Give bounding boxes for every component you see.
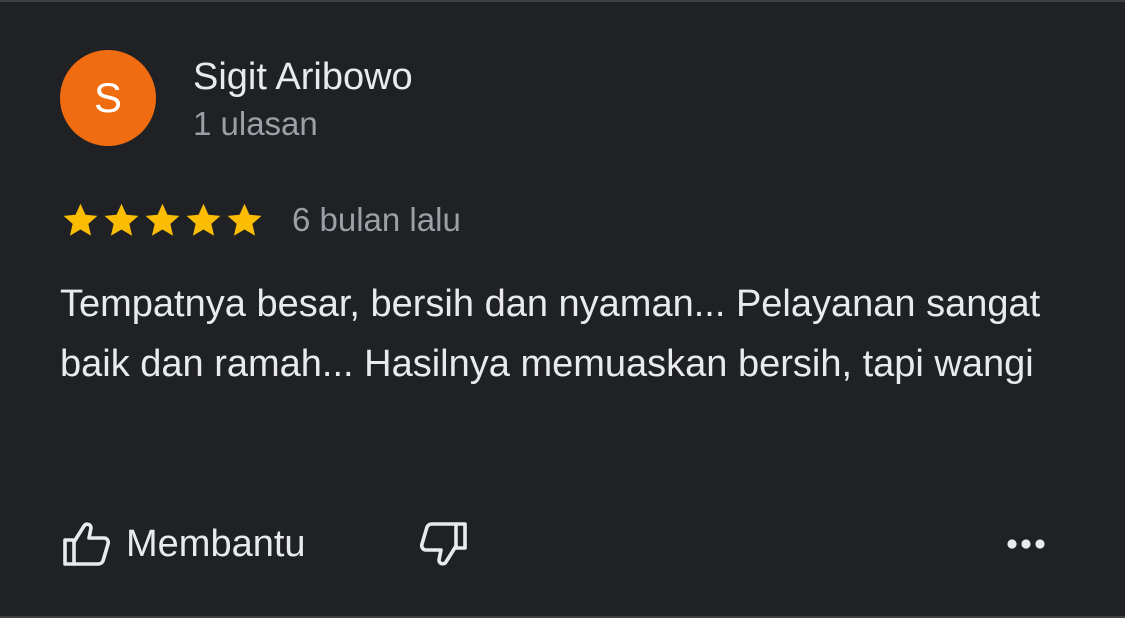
author-review-count: 1 ulasan [193, 105, 318, 142]
star-icon [183, 200, 224, 241]
review-text: Tempatnya besar, bersih dan nyaman... Pe… [60, 283, 1041, 385]
star-icon [60, 200, 101, 241]
not-helpful-button[interactable] [418, 518, 470, 570]
rating-row: 6 bulan lalu [60, 198, 461, 242]
star-icon [142, 200, 183, 241]
thumbs-down-icon [418, 518, 470, 570]
review-actions: Membantu [60, 514, 1060, 574]
review-date: 6 bulan lalu [292, 201, 461, 238]
author-name[interactable]: Sigit Aribowo [193, 54, 413, 100]
more-options-button[interactable] [998, 522, 1054, 566]
star-icon [101, 200, 142, 241]
avatar-initial: S [93, 74, 122, 121]
star-rating [60, 200, 265, 241]
more-horizontal-icon [1006, 538, 1046, 550]
review-card: S Sigit Aribowo 1 ulasan 6 bulan lalu Te… [0, 0, 1125, 618]
helpful-button[interactable]: Membantu [60, 514, 306, 574]
helpful-label: Membantu [126, 522, 306, 565]
avatar[interactable]: S [60, 50, 156, 146]
star-icon [224, 200, 265, 241]
thumbs-up-icon [60, 518, 112, 570]
